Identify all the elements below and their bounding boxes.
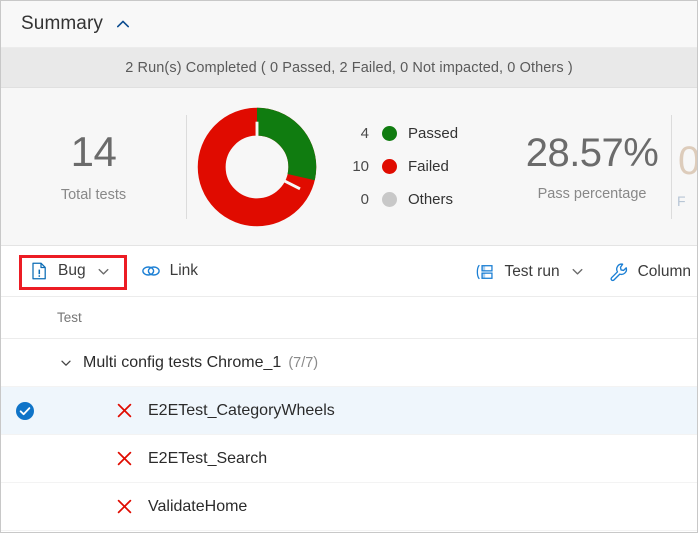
test-run-groupby-button[interactable]: Test run	[469, 256, 590, 288]
legend-item: 0 Others	[341, 190, 458, 210]
legend-item: 10 Failed	[341, 157, 458, 177]
bug-report-icon	[29, 261, 49, 281]
pass-percentage-metric: 28.57% Pass percentage	[496, 132, 688, 202]
legend-label: Failed	[408, 158, 449, 175]
test-name: E2ETest_Search	[148, 449, 268, 467]
total-tests-label: Total tests	[60, 186, 127, 203]
test-run-label: Test run	[504, 262, 560, 280]
passed-dot-icon	[382, 126, 397, 141]
clipped-metric-label: F	[677, 193, 686, 209]
legend-label: Others	[408, 191, 454, 208]
test-name: ValidateHome	[148, 497, 248, 515]
chevron-up-icon[interactable]	[114, 15, 132, 33]
results-toolbar: Bug Link Test run Column	[1, 246, 697, 297]
x-mark-icon	[109, 498, 139, 515]
summary-metrics: 14 Total tests 4 Passed 10 Failed 0 Othe…	[1, 88, 697, 246]
link-button-label: Link	[169, 262, 199, 279]
clipped-next-metric: 0 F	[671, 115, 697, 219]
link-button[interactable]: Link	[135, 255, 204, 287]
pass-percentage-value: 28.57%	[525, 130, 659, 175]
donut-svg	[197, 107, 317, 226]
group-row-count: (7/7)	[288, 354, 319, 371]
outcome-legend: 4 Passed 10 Failed 0 Others	[341, 124, 458, 210]
total-tests-value: 14	[70, 128, 117, 176]
group-by-icon	[475, 262, 495, 282]
legend-label: Passed	[408, 125, 459, 142]
total-tests-metric: 14 Total tests	[1, 128, 186, 203]
test-name: E2ETest_CategoryWheels	[148, 401, 335, 419]
column-options-label: Column	[637, 262, 691, 280]
table-group-row[interactable]: Multi config tests Chrome_1 (7/7)	[1, 339, 697, 387]
group-row-name: Multi config tests Chrome_1	[83, 353, 282, 371]
chevron-down-icon[interactable]	[570, 264, 585, 279]
run-status-text: 2 Run(s) Completed ( 0 Passed, 2 Failed,…	[125, 59, 573, 76]
chevron-down-icon[interactable]	[96, 264, 111, 279]
wrench-icon	[609, 262, 629, 282]
toolbar-right-group: Test run Column	[469, 246, 697, 297]
failed-dot-icon	[382, 159, 397, 174]
summary-header[interactable]: Summary	[1, 1, 697, 48]
column-options-button[interactable]: Column	[603, 256, 697, 288]
legend-count: 0	[360, 191, 369, 208]
chevron-down-icon[interactable]	[49, 356, 83, 370]
page-title: Summary	[21, 13, 103, 34]
x-mark-icon	[109, 402, 139, 419]
others-dot-icon	[382, 192, 397, 207]
legend-count: 10	[352, 158, 369, 175]
clipped-metric-value: 0	[678, 141, 697, 181]
legend-item: 4 Passed	[341, 124, 458, 144]
bug-button[interactable]: Bug	[23, 255, 117, 287]
outcome-donut-chart	[187, 106, 327, 228]
table-row[interactable]: E2ETest_Search	[1, 435, 697, 483]
run-status-bar: 2 Run(s) Completed ( 0 Passed, 2 Failed,…	[1, 48, 697, 88]
x-mark-icon	[109, 450, 139, 467]
bug-button-label: Bug	[58, 262, 86, 279]
legend-count: 4	[360, 125, 369, 142]
results-table-header: Test	[1, 297, 697, 339]
table-row[interactable]: ValidateHome	[1, 483, 697, 531]
link-icon	[141, 261, 161, 281]
check-circle-icon[interactable]	[1, 401, 49, 421]
column-header-test: Test	[57, 310, 82, 325]
pass-percentage-label: Pass percentage	[537, 185, 647, 202]
table-row[interactable]: E2ETest_CategoryWheels	[1, 387, 697, 435]
test-results-panel: Summary 2 Run(s) Completed ( 0 Passed, 2…	[0, 0, 698, 533]
